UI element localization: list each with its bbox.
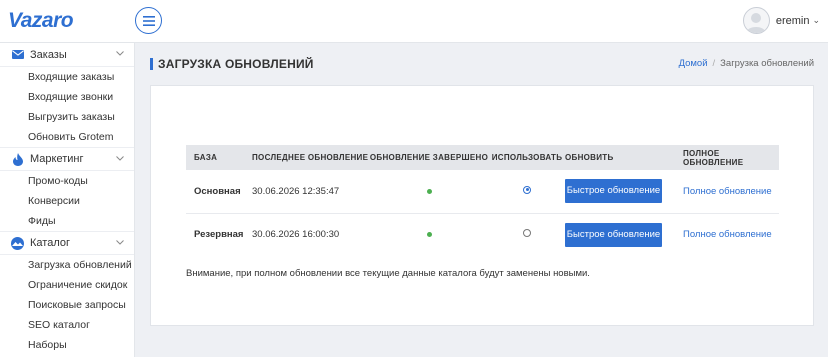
- last-update-value: 30.06.2026 12:35:47: [252, 185, 340, 197]
- last-update-value: 30.06.2026 16:00:30: [252, 229, 340, 241]
- catalog-icon: [11, 236, 24, 250]
- updates-table: БАЗА ПОСЛЕДНЕЕ ОБНОВЛЕНИЕ ОБНОВЛЕНИЕ ЗАВ…: [186, 145, 779, 256]
- breadcrumb-current: Загрузка обновлений: [720, 58, 814, 69]
- full-update-link[interactable]: Полное обновление: [683, 186, 772, 197]
- use-radio-backup[interactable]: [523, 229, 531, 238]
- chevron-down-icon: [116, 51, 124, 56]
- use-radio-main[interactable]: [523, 185, 531, 194]
- chevron-down-icon: [116, 156, 124, 161]
- full-update-link[interactable]: Полное обновление: [683, 229, 772, 240]
- sidebar-item-promo-codes[interactable]: Промо-коды: [0, 171, 134, 191]
- sidebar-item-conversions[interactable]: Конверсии: [0, 191, 134, 211]
- sidebar-group-label: Заказы: [30, 48, 67, 61]
- page-title: ЗАГРУЗКА ОБНОВЛЕНИЙ: [158, 57, 314, 71]
- title-accent-bar: [150, 58, 153, 70]
- sidebar-item-search-queries[interactable]: Поисковые запросы: [0, 295, 134, 315]
- sidebar-group-catalog[interactable]: Каталог: [0, 231, 134, 255]
- flame-icon: [11, 152, 24, 166]
- column-header-last-update: ПОСЛЕДНЕЕ ОБНОВЛЕНИЕ: [252, 153, 369, 162]
- content-card: БАЗА ПОСЛЕДНЕЕ ОБНОВЛЕНИЕ ОБНОВЛЕНИЕ ЗАВ…: [150, 85, 814, 326]
- sidebar-item-export-orders[interactable]: Выгрузить заказы: [0, 107, 134, 127]
- user-menu[interactable]: eremin ⌄: [742, 7, 820, 34]
- sidebar-item-seo-catalog[interactable]: SEO каталог: [0, 315, 134, 335]
- sidebar-item-update-grotem[interactable]: Обновить Grotem: [0, 127, 134, 147]
- sidebar-item-incoming-calls[interactable]: Входящие звонки: [0, 87, 134, 107]
- full-update-cell: Полное обновление: [683, 213, 779, 256]
- user-icon: [746, 13, 767, 33]
- chevron-down-icon: ⌄: [812, 15, 820, 25]
- top-bar: Vazaro eremin ⌄: [0, 0, 828, 43]
- update-cell: Быстрое обновление: [565, 170, 683, 213]
- breadcrumb-separator: /: [712, 58, 716, 69]
- status-ok-dot: [426, 232, 432, 238]
- table-row: Основная 30.06.2026 12:35:47 Быстрое обн…: [186, 170, 779, 213]
- full-update-cell: Полное обновление: [683, 170, 779, 213]
- quick-update-button[interactable]: Быстрое обновление: [565, 222, 662, 247]
- sidebar-group-label: Маркетинг: [30, 153, 84, 165]
- column-header-base: БАЗА: [194, 153, 218, 162]
- sidebar-item-incoming-orders[interactable]: Входящие заказы: [0, 67, 134, 87]
- column-header-update: ОБНОВИТЬ: [565, 153, 614, 162]
- column-header-full-update: ПОЛНОЕ ОБНОВЛЕНИЕ: [683, 148, 744, 167]
- quick-update-button[interactable]: Быстрое обновление: [565, 179, 662, 204]
- sidebar-item-upload-updates[interactable]: Загрузка обновлений: [0, 255, 134, 275]
- hamburger-icon: [142, 15, 155, 26]
- sidebar-item-feeds[interactable]: Фиды: [0, 211, 134, 231]
- status-ok-dot: [426, 188, 432, 194]
- base-name: Основная: [194, 185, 241, 197]
- sidebar-item-discount-limits[interactable]: Ограничение скидок: [0, 275, 134, 295]
- completed-cell: [369, 213, 489, 256]
- avatar: [742, 7, 770, 34]
- warning-note: Внимание, при полном обновлении все теку…: [186, 268, 590, 279]
- column-header-completed: ОБНОВЛЕНИЕ ЗАВЕРШЕНО: [369, 153, 489, 162]
- chevron-down-icon: [116, 240, 124, 245]
- page-header: ЗАГРУЗКА ОБНОВЛЕНИЙ Домой / Загрузка обнов…: [150, 57, 814, 71]
- user-name: eremin: [775, 14, 810, 27]
- table-header-row: БАЗА ПОСЛЕДНЕЕ ОБНОВЛЕНИЕ ОБНОВЛЕНИЕ ЗАВ…: [186, 145, 779, 170]
- breadcrumb-home-link[interactable]: Домой: [679, 58, 708, 69]
- sidebar: Заказы Входящие заказы Входящие звонки В…: [0, 43, 135, 357]
- sidebar-item-sets[interactable]: Наборы: [0, 335, 134, 355]
- envelope-icon: [11, 48, 24, 61]
- column-header-use: ИСПОЛЬЗОВАТЬ: [491, 153, 563, 162]
- sidebar-group-marketing[interactable]: Маркетинг: [0, 147, 134, 171]
- app-logo[interactable]: Vazaro: [8, 9, 74, 33]
- sidebar-group-orders[interactable]: Заказы: [0, 43, 134, 67]
- use-cell: [489, 213, 565, 256]
- menu-toggle-button[interactable]: [135, 7, 162, 34]
- use-cell: [489, 170, 565, 213]
- completed-cell: [369, 170, 489, 213]
- sidebar-group-label: Каталог: [30, 237, 70, 249]
- breadcrumb: Домой / Загрузка обновлений: [679, 58, 814, 69]
- base-name: Резервная: [194, 229, 244, 241]
- table-row: Резервная 30.06.2026 16:00:30 Быстрое об…: [186, 213, 779, 256]
- update-cell: Быстрое обновление: [565, 213, 683, 256]
